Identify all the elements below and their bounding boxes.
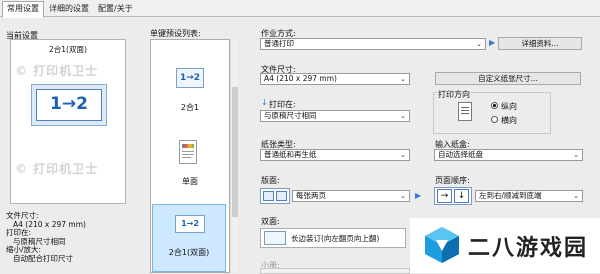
chevron-down-icon: ⌄ bbox=[400, 75, 406, 83]
portrait-label: 纵向 bbox=[501, 102, 517, 111]
select-value: 自动选择纸盘 bbox=[438, 150, 483, 159]
layout-select[interactable]: 每张两页 ⌄ bbox=[292, 190, 410, 202]
select-value: 长边装订(向左翻页向上翻) bbox=[291, 234, 380, 243]
booklet-select[interactable] bbox=[260, 268, 410, 274]
play-arrow-icon: ▶ bbox=[415, 191, 422, 200]
preset-list-scrollbar[interactable] bbox=[230, 39, 238, 273]
watermark-text: © 打印机卫士 bbox=[15, 162, 99, 176]
select-value: 与原稿尺寸相同 bbox=[264, 111, 317, 120]
tab-common-settings[interactable]: 常用设置 bbox=[2, 1, 44, 18]
scrollbar-thumb[interactable] bbox=[232, 87, 238, 217]
settings-summary: 文件尺寸: A4 (210 x 297 mm) 打印在: 与原稿尺寸相同 缩小/… bbox=[6, 211, 86, 263]
chevron-down-icon: ⌄ bbox=[400, 151, 406, 159]
tab-label: 配置/关于 bbox=[98, 4, 133, 13]
tab-label: 常用设置 bbox=[7, 4, 39, 13]
two-in-one-glyph: 1→2 bbox=[50, 94, 88, 114]
single-page-icon bbox=[179, 140, 197, 164]
landscape-radio[interactable] bbox=[491, 116, 498, 123]
tab-label: 详细的设置 bbox=[49, 4, 89, 13]
layout-icon bbox=[260, 188, 290, 204]
preset-item-label: 单面 bbox=[182, 177, 198, 186]
page-order-icon: → ↓ bbox=[434, 187, 472, 205]
two-in-one-duplex-icon: 1→2 bbox=[175, 215, 205, 233]
watermark-text: © 打印机卫士 bbox=[15, 64, 99, 78]
job-mode-select[interactable]: 普通打印 ⌄ bbox=[260, 38, 486, 50]
select-value: 每张两页 bbox=[296, 191, 326, 200]
brand-watermark: 二八游戏园 bbox=[410, 218, 600, 273]
page-sheet: 1→2 bbox=[36, 89, 102, 121]
preview-caption: 2合1(双面) bbox=[49, 45, 87, 54]
preset-listbox[interactable]: 1→2 2合1 单面 1→2 2合1(双面) bbox=[150, 39, 230, 273]
page-order-select[interactable]: 左到右/顺减到底端 ⌄ bbox=[475, 190, 583, 202]
two-in-one-icon: 1→2 bbox=[176, 68, 204, 88]
doc-size-select[interactable]: A4 (210 x 297 mm) ⌄ bbox=[260, 73, 410, 85]
current-settings-preview: 2合1(双面) © 打印机卫士 1→2 © 打印机卫士 bbox=[10, 39, 126, 204]
down-arrow-icon: ↓ bbox=[261, 98, 268, 107]
chevron-down-icon: ⌄ bbox=[573, 151, 579, 159]
paper-type-select[interactable]: 普通纸和再生纸 ⌄ bbox=[260, 149, 410, 161]
tab-bar: 常用设置 详细的设置 配置/关于 bbox=[0, 0, 600, 18]
input-tray-select[interactable]: 自动选择纸盘 ⌄ bbox=[434, 149, 583, 161]
tab-detailed-settings[interactable]: 详细的设置 bbox=[44, 1, 94, 17]
preset-item-label: 2合1 bbox=[180, 103, 200, 112]
paper-illustration: 1→2 bbox=[31, 84, 107, 126]
play-arrow-icon: ▶ bbox=[489, 38, 496, 47]
preset-item-label: 2合1(双面) bbox=[168, 248, 210, 257]
duplex-select[interactable]: 长边装订(向左翻页向上翻) bbox=[260, 228, 406, 248]
select-value: 左到右/顺减到底端 bbox=[479, 191, 542, 200]
preset-list-label: 单键预设列表: bbox=[150, 29, 201, 38]
duplex-label: 双面: bbox=[261, 217, 280, 226]
select-value: 普通打印 bbox=[264, 39, 294, 48]
summary-zoom-value: 自动配合打印尺寸 bbox=[13, 253, 73, 263]
print-on-select[interactable]: 与原稿尺寸相同 ⌄ bbox=[260, 110, 410, 122]
chevron-down-icon: ⌄ bbox=[573, 192, 579, 200]
details-button[interactable]: 详细资料... bbox=[498, 37, 582, 50]
preset-item-single-sided[interactable]: 单面 bbox=[151, 138, 229, 198]
page-order-label: 页面顺序: bbox=[435, 176, 470, 185]
print-on-label: 打印在: bbox=[269, 100, 296, 109]
portrait-radio[interactable] bbox=[491, 102, 498, 109]
landscape-label: 横向 bbox=[501, 116, 517, 125]
preset-item-2in1-duplex[interactable]: 1→2 2合1(双面) bbox=[152, 204, 226, 272]
layout-label: 版面: bbox=[261, 176, 280, 185]
brand-logo-icon bbox=[425, 227, 459, 263]
brand-name: 二八游戏园 bbox=[468, 236, 589, 261]
chevron-down-icon: ⌄ bbox=[400, 192, 406, 200]
duplex-icon bbox=[264, 231, 286, 245]
orientation-label: 打印方向 bbox=[437, 89, 471, 100]
portrait-page-icon bbox=[458, 102, 472, 121]
chevron-down-icon: ⌄ bbox=[476, 40, 482, 48]
select-value: 普通纸和再生纸 bbox=[264, 150, 317, 159]
preset-item-2in1[interactable]: 1→2 2合1 bbox=[151, 62, 229, 132]
custom-size-button[interactable]: 自定义纸张尺寸... bbox=[435, 72, 581, 85]
tab-config-about[interactable]: 配置/关于 bbox=[93, 1, 138, 17]
select-value: A4 (210 x 297 mm) bbox=[264, 74, 337, 83]
chevron-down-icon: ⌄ bbox=[400, 112, 406, 120]
